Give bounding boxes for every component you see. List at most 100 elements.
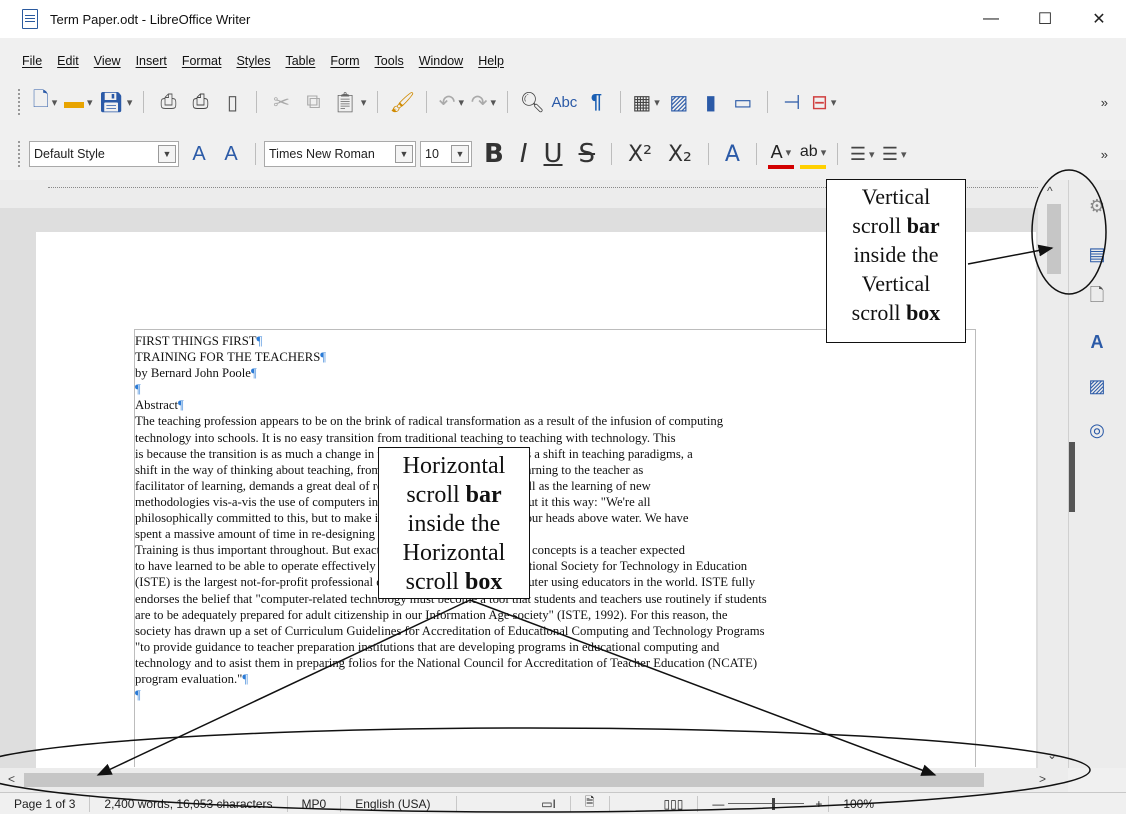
menu-tools[interactable]: Tools [375,54,404,68]
document-line[interactable]: are to be adequately prepared for adult … [135,607,975,623]
clear-formatting-icon[interactable]: A [725,142,740,167]
subscript-icon[interactable]: X₂ [668,142,692,167]
document-line[interactable]: shift in the way of thinking about teach… [135,462,975,478]
insert-mode-icon[interactable]: ▭I [527,795,571,812]
maximize-button[interactable]: ☐ [1018,0,1072,38]
print-preview-icon[interactable]: ▯ [219,87,245,117]
navigator-icon[interactable]: ◎ [1085,418,1109,442]
insert-table-icon[interactable]: ▦ [632,87,659,117]
new-style-icon[interactable]: A [218,139,244,169]
formatting-marks-icon[interactable]: ¶ [583,87,609,117]
document-line[interactable]: to have learned to be able to operate ef… [135,558,975,574]
insert-image-icon[interactable]: ▨ [666,87,692,117]
scroll-right-icon[interactable]: > [1039,772,1046,786]
document-line[interactable]: ¶ [135,687,975,703]
save-icon[interactable]: 💾︎ [99,87,133,117]
new-document-icon[interactable]: 🗋 [32,87,58,117]
toolbar-overflow-icon[interactable]: » [1101,147,1108,162]
vertical-scrollbar[interactable]: ^ ⌄ [1038,180,1068,768]
menu-view[interactable]: View [94,54,121,68]
highlight-icon[interactable]: ab [799,139,827,169]
close-button[interactable]: ✕ [1072,0,1126,38]
document-line[interactable]: (ISTE) is the largest not-for-profit pro… [135,574,975,590]
menu-help[interactable]: Help [478,54,504,68]
minimize-button[interactable]: — [964,0,1018,38]
word-count[interactable]: 2,400 words, 16,053 characters [90,795,288,812]
paste-icon[interactable]: 📋︎ [332,87,366,117]
document-modified-icon[interactable]: 🗎 [571,795,610,812]
language[interactable]: English (USA) [341,795,458,812]
properties-icon[interactable]: ▤ [1085,242,1109,266]
toolbar-overflow-icon[interactable]: » [1101,95,1108,110]
page-count[interactable]: Page 1 of 3 [0,795,91,812]
chevron-down-icon[interactable]: ▼ [451,145,469,163]
bullets-icon[interactable]: ☰ [849,139,875,169]
zoom-level[interactable]: 100% [828,795,888,812]
menu-form[interactable]: Form [330,54,359,68]
insert-chart-icon[interactable]: ▮ [698,87,724,117]
italic-icon[interactable]: I [520,139,528,169]
document-line[interactable]: technology and to asist them in preparin… [135,655,975,671]
find-replace-icon[interactable]: 🔍︎ [519,87,545,117]
toolbar-grip[interactable] [18,141,21,167]
zoom-slider[interactable]: — + [698,796,828,812]
menu-edit[interactable]: Edit [57,54,79,68]
document-line[interactable]: "to provide guidance to teacher preparat… [135,639,975,655]
open-icon[interactable]: ▬ [64,87,93,117]
document-body[interactable]: FIRST THINGS FIRST¶ TRAINING FOR THE TEAC… [135,333,975,703]
zoom-thumb[interactable] [772,797,776,810]
vertical-scroll-box[interactable] [1047,204,1061,274]
document-line[interactable]: Abstract¶ [135,397,975,413]
document-line[interactable]: TRAINING FOR THE TEACHERS¶ [135,349,975,365]
document-line[interactable]: Training is thus important throughout. B… [135,542,975,558]
document-line[interactable]: ¶ [135,381,975,397]
page-icon[interactable]: 🗋 [1085,285,1109,310]
clone-formatting-icon[interactable]: 🖌︎ [389,87,415,117]
toolbar-grip[interactable] [18,89,21,115]
menu-file[interactable]: File [22,54,42,68]
menu-format[interactable]: Format [182,54,222,68]
menu-insert[interactable]: Insert [136,54,167,68]
numbering-icon[interactable]: ☰ [881,139,907,169]
paragraph-style-combo[interactable]: Default Style ▼ [29,141,179,167]
cut-icon[interactable]: ✂ [268,87,294,117]
sidebar-collapse-handle[interactable] [1069,442,1075,512]
scroll-up-icon[interactable]: ^ [1047,184,1053,198]
document-line[interactable]: is because the transition is as much a c… [135,446,975,462]
scroll-down-icon[interactable]: ⌄ [1047,748,1057,762]
export-pdf-icon[interactable]: ⎙ [155,87,181,117]
document-line[interactable]: spent a massive amount of time in re-des… [135,526,975,542]
insert-field-icon[interactable]: ⊟ [811,87,837,117]
update-style-icon[interactable]: A [186,139,212,169]
horizontal-scroll-box[interactable] [24,773,984,787]
spelling-icon[interactable]: Abc [551,87,577,117]
menu-window[interactable]: Window [419,54,463,68]
insert-page-break-icon[interactable]: ⊣ [779,87,805,117]
styles-icon[interactable]: A [1085,330,1109,354]
document-line[interactable]: The teaching profession appears to be on… [135,413,975,429]
font-size-combo[interactable]: 10 ▼ [420,141,472,167]
sidebar-settings-icon[interactable]: ⚙ [1085,194,1109,218]
strikethrough-icon[interactable]: S [579,139,596,169]
document-line[interactable]: technology into schools. It is no easy t… [135,430,975,446]
document-line[interactable]: by Bernard John Poole¶ [135,365,975,381]
font-name-combo[interactable]: Times New Roman ▼ [264,141,416,167]
document-line[interactable]: methodologies vis-a-vis the use of compu… [135,494,975,510]
document-line[interactable]: endorses the belief that "computer-relat… [135,591,975,607]
document-line[interactable]: facilitator of learning, demands a great… [135,478,975,494]
print-icon[interactable]: ⎙ [187,87,213,117]
gallery-icon[interactable]: ▨ [1085,374,1109,398]
document-line[interactable]: philosophically committed to this, but t… [135,510,975,526]
undo-icon[interactable]: ↶ [438,87,464,117]
insert-textbox-icon[interactable]: ▭ [730,87,756,117]
view-layout-icon[interactable]: ▯▯▯ [650,795,699,812]
menu-table[interactable]: Table [285,54,315,68]
underline-icon[interactable]: U [544,139,563,169]
zoom-in-icon[interactable]: + [815,797,822,811]
bold-icon[interactable]: B [484,139,504,169]
superscript-icon[interactable]: X² [628,142,652,167]
chevron-down-icon[interactable]: ▼ [395,145,413,163]
scroll-left-icon[interactable]: < [8,772,15,786]
horizontal-scrollbar[interactable]: < > [0,768,1068,792]
copy-icon[interactable]: ⧉ [300,87,326,117]
